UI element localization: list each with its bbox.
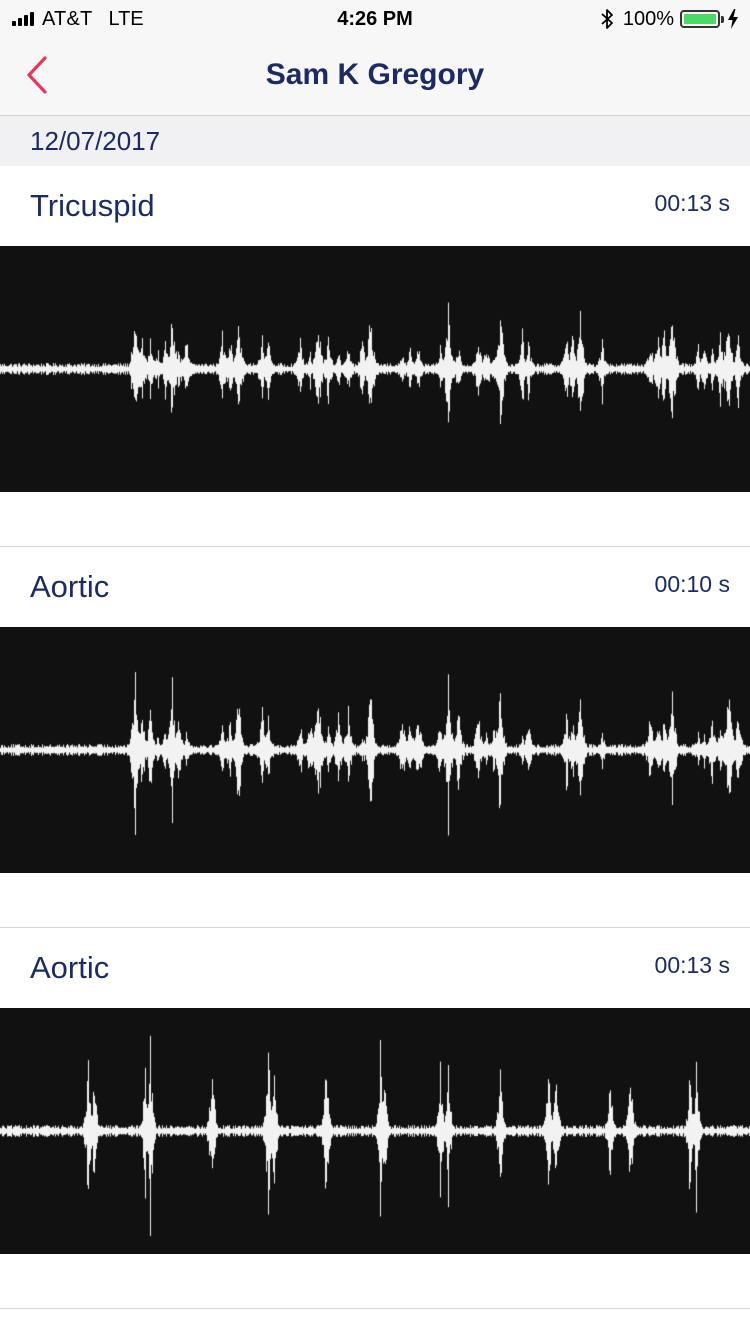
status-right: 100% <box>601 8 738 30</box>
recording-name: Aortic <box>30 569 110 604</box>
waveform-plot[interactable] <box>0 627 750 873</box>
recording-name: Tricuspid <box>30 188 155 223</box>
charging-icon <box>728 9 738 29</box>
bluetooth-icon <box>601 9 613 29</box>
date-label: 12/07/2017 <box>30 126 161 156</box>
recording-duration: 00:10 s <box>654 571 730 597</box>
battery-icon <box>680 10 720 28</box>
battery-percent: 100% <box>622 7 674 30</box>
recording-duration: 00:13 s <box>654 190 730 216</box>
recording-duration: 00:13 s <box>654 952 730 978</box>
battery-tip <box>721 15 724 23</box>
recording-row[interactable]: Tricuspid 00:13 s <box>0 166 750 547</box>
page-title: Sam K Gregory <box>265 58 485 91</box>
recording-row[interactable]: Aortic 00:10 s <box>0 547 750 928</box>
recording-name: Aortic <box>30 950 110 985</box>
recording-row[interactable]: Aortic 00:13 s <box>0 928 750 1309</box>
battery-fill <box>684 14 716 24</box>
waveform-plot[interactable] <box>0 246 750 492</box>
waveform-plot[interactable] <box>0 1008 750 1254</box>
navigation-bar: Sam K Gregory <box>0 40 750 116</box>
date-section-header: 12/07/2017 <box>0 116 750 166</box>
status-bar: AT&T LTE 4:26 PM 100% <box>0 0 750 40</box>
